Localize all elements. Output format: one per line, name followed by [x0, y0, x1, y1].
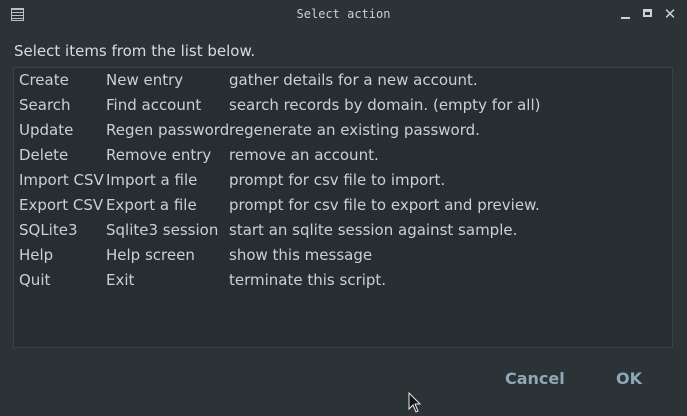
- maximize-icon[interactable]: [641, 6, 655, 22]
- list-item[interactable]: SQLite3 Sqlite3 session start an sqlite …: [14, 218, 672, 243]
- item-name: Quit: [19, 271, 51, 289]
- item-action: Find account: [106, 96, 202, 114]
- item-action: Export a file: [106, 196, 197, 214]
- item-description: gather details for a new account.: [229, 71, 478, 89]
- item-name: Search: [19, 96, 71, 114]
- list-item[interactable]: Search Find account search records by do…: [14, 93, 672, 118]
- close-icon[interactable]: ✕: [663, 6, 677, 22]
- dialog-prompt: Select items from the list below.: [14, 42, 256, 60]
- list-item[interactable]: Help Help screen show this message: [14, 243, 672, 268]
- item-action: Sqlite3 session: [106, 221, 219, 239]
- item-action: New entry: [106, 71, 184, 89]
- item-name: Delete: [19, 146, 69, 164]
- item-name: Create: [19, 71, 69, 89]
- window-title: Select action: [296, 7, 391, 21]
- list-item[interactable]: Update Regen password regenerate an exis…: [14, 118, 672, 143]
- item-action: Regen password: [106, 121, 230, 139]
- item-description: search records by domain. (empty for all…: [229, 96, 541, 114]
- item-description: show this message: [229, 246, 373, 264]
- list-item[interactable]: Import CSV Import a file prompt for csv …: [14, 168, 672, 193]
- item-name: Import CSV: [19, 171, 104, 189]
- action-list[interactable]: Create New entry gather details for a ne…: [13, 67, 673, 348]
- title-bar: Select action ✕: [0, 0, 687, 30]
- item-description: terminate this script.: [229, 271, 387, 289]
- item-action: Remove entry: [106, 146, 212, 164]
- cancel-button[interactable]: Cancel: [505, 369, 565, 388]
- list-item[interactable]: Export CSV Export a file prompt for csv …: [14, 193, 672, 218]
- item-description: remove an account.: [229, 146, 379, 164]
- item-action: Help screen: [106, 246, 195, 264]
- item-description: prompt for csv file to import.: [229, 171, 446, 189]
- item-action: Import a file: [106, 171, 198, 189]
- list-item[interactable]: Create New entry gather details for a ne…: [14, 68, 672, 93]
- item-description: regenerate an existing password.: [229, 121, 480, 139]
- ok-button[interactable]: OK: [616, 369, 642, 388]
- item-name: Update: [19, 121, 74, 139]
- list-item[interactable]: Delete Remove entry remove an account.: [14, 143, 672, 168]
- minimize-icon[interactable]: [619, 6, 633, 22]
- mouse-cursor-icon: [408, 392, 422, 413]
- item-description: prompt for csv file to export and previe…: [229, 196, 540, 214]
- item-name: SQLite3: [19, 221, 78, 239]
- item-action: Exit: [106, 271, 135, 289]
- list-item[interactable]: Quit Exit terminate this script.: [14, 268, 672, 293]
- item-description: start an sqlite session against sample.: [229, 221, 518, 239]
- item-name: Help: [19, 246, 54, 264]
- item-name: Export CSV: [19, 196, 104, 214]
